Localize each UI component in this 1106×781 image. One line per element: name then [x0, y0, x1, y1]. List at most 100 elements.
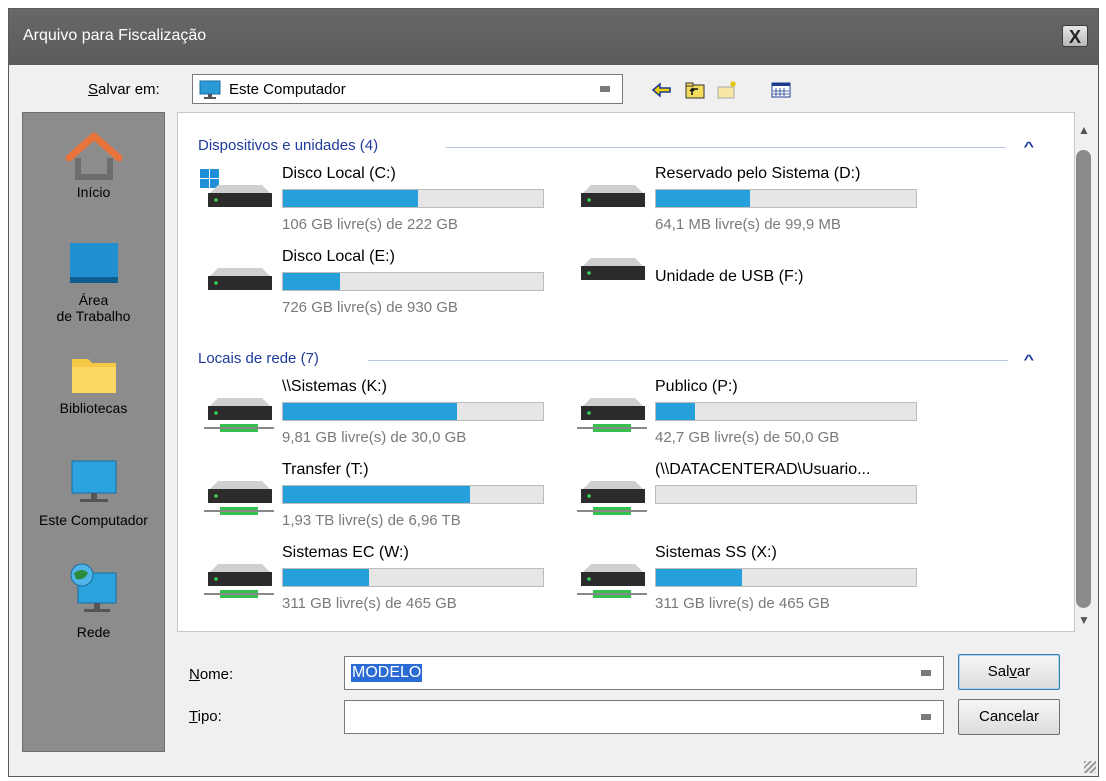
dropdown-arrow-icon[interactable] [921, 670, 931, 676]
place-desktop-label: Área de Trabalho [56, 292, 131, 324]
place-home-label: Início [76, 184, 111, 200]
save-in-label-mnemonic: S [88, 81, 99, 98]
place-this-pc-label: Este Computador [39, 512, 148, 528]
drive-usage-fill [656, 569, 742, 586]
drive-item[interactable]: Transfer (T:) 1,93 TB livre(s) de 6,96 TB [198, 461, 568, 543]
drive-item[interactable]: (\\DATACENTERAD\Usuario... [571, 461, 941, 543]
save-in-label: Salvar em: [88, 81, 160, 98]
dropdown-arrow-icon [600, 86, 610, 92]
place-libraries[interactable]: Bibliotecas [23, 353, 164, 416]
type-label: Tipo: [189, 708, 222, 725]
view-menu-icon[interactable] [770, 80, 792, 100]
group-header-devices[interactable]: Dispositivos e unidades (4) [198, 137, 378, 154]
scroll-up-icon[interactable]: ▲ [1071, 120, 1097, 140]
title-bar[interactable]: Arquivo para Fiscalização X [9, 9, 1098, 65]
place-this-pc[interactable]: Este Computador [23, 459, 164, 528]
save-button-mnemonic: v [1009, 663, 1017, 680]
up-folder-icon[interactable] [684, 80, 706, 100]
new-folder-icon[interactable] [716, 80, 738, 100]
computer-icon [199, 80, 221, 99]
save-in-value: Este Computador [229, 81, 346, 98]
close-button[interactable]: X [1062, 25, 1088, 47]
drive-name: Transfer (T:) [282, 461, 369, 478]
drive-item[interactable]: Reservado pelo Sistema (D:) 64,1 MB livre… [571, 165, 941, 247]
hard-drive-icon [581, 258, 645, 280]
save-in-label-text: alvar em: [98, 81, 160, 98]
place-network-label: Rede [76, 624, 111, 640]
drive-free-space: 106 GB livre(s) de 222 GB [282, 216, 458, 233]
name-label-text: ome: [199, 666, 234, 683]
type-label-mnemonic: T [189, 708, 198, 725]
drive-usage-fill [283, 569, 369, 586]
scroll-down-icon[interactable]: ▼ [1071, 610, 1097, 630]
place-network[interactable]: Rede [23, 561, 164, 640]
drive-usage-fill [283, 273, 341, 290]
name-label-mnemonic: N [189, 666, 200, 683]
group-divider [446, 147, 1006, 148]
name-field-value[interactable]: MODELO [351, 664, 423, 682]
group-divider [368, 360, 1008, 361]
save-button[interactable]: Salvar [958, 654, 1060, 690]
network-drive-icon [204, 564, 274, 598]
hard-drive-icon [581, 185, 645, 207]
dialog-title: Arquivo para Fiscalização [23, 27, 207, 44]
drive-usage-bar [282, 568, 544, 587]
type-label-text: ipo: [197, 708, 222, 725]
file-list-view[interactable]: Dispositivos e unidades (4) ^ Locais de … [177, 112, 1075, 632]
save-button-mnemonic-pre: Sal [987, 663, 1010, 680]
collapse-chevron-icon[interactable]: ^ [1023, 352, 1034, 367]
drive-usage-fill [283, 486, 471, 503]
network-drive-icon [204, 481, 274, 515]
place-home[interactable]: Início [23, 131, 164, 200]
drive-free-space: 726 GB livre(s) de 930 GB [282, 299, 458, 316]
cancel-button[interactable]: Cancelar [958, 699, 1060, 735]
places-bar: Início Área de Trabalho Bibliotecas Este… [22, 112, 165, 752]
drive-name: \\Sistemas (K:) [282, 378, 387, 395]
drive-free-space: 1,93 TB livre(s) de 6,96 TB [282, 512, 461, 529]
scrollbar-thumb[interactable] [1076, 150, 1091, 608]
network-drive-icon [577, 481, 647, 515]
drive-item[interactable]: Disco Local (E:) 726 GB livre(s) de 930 G… [198, 248, 568, 330]
drive-name: Unidade de USB (F:) [655, 268, 804, 285]
back-icon[interactable] [651, 80, 673, 100]
drive-usage-fill [283, 190, 419, 207]
libraries-icon [71, 359, 116, 393]
save-in-dropdown[interactable]: Este Computador [192, 74, 623, 104]
collapse-chevron-icon[interactable]: ^ [1023, 139, 1034, 154]
name-label: Nome: [189, 666, 233, 683]
place-libraries-label: Bibliotecas [59, 400, 128, 416]
drive-item[interactable]: Sistemas EC (W:) 311 GB livre(s) de 465 G… [198, 544, 568, 626]
drive-usage-bar [655, 189, 917, 208]
drive-item[interactable]: Sistemas SS (X:) 311 GB livre(s) de 465 G… [571, 544, 941, 626]
type-dropdown[interactable] [344, 700, 944, 734]
drive-usage-bar [655, 568, 917, 587]
resize-grip-icon[interactable] [1084, 761, 1096, 773]
group-header-network[interactable]: Locais de rede (7) [198, 350, 319, 367]
network-drive-icon [577, 398, 647, 432]
drive-item[interactable]: \\Sistemas (K:) 9,81 GB livre(s) de 30,0 … [198, 378, 568, 460]
vertical-scrollbar[interactable]: ▲ ▼ [1071, 112, 1097, 632]
drive-item[interactable]: Disco Local (C:) 106 GB livre(s) de 222 G… [198, 165, 568, 247]
drive-item[interactable]: Publico (P:) 42,7 GB livre(s) de 50,0 GB [571, 378, 941, 460]
drive-free-space: 9,81 GB livre(s) de 30,0 GB [282, 429, 467, 446]
hard-drive-icon [200, 169, 272, 207]
drive-name: Disco Local (C:) [282, 165, 396, 182]
network-drive-icon [577, 564, 647, 598]
drive-usage-bar [282, 402, 544, 421]
save-button-mnemonic-post: ar [1016, 663, 1031, 680]
dropdown-arrow-icon[interactable] [921, 714, 931, 720]
network-drive-icon [204, 398, 274, 432]
drive-name: Publico (P:) [655, 378, 738, 395]
drive-item[interactable]: Unidade de USB (F:) [571, 250, 941, 330]
drive-usage-fill [656, 403, 695, 420]
name-field[interactable]: MODELO [344, 656, 944, 690]
drive-name: Disco Local (E:) [282, 248, 395, 265]
place-desktop[interactable]: Área de Trabalho [23, 241, 164, 324]
drive-usage-bar [282, 272, 544, 291]
drive-free-space: 311 GB livre(s) de 465 GB [655, 595, 830, 612]
network-icon [70, 563, 116, 612]
drive-name: Sistemas EC (W:) [282, 544, 409, 561]
computer-icon [71, 460, 116, 502]
drive-usage-fill [656, 190, 750, 207]
desktop-icon [69, 243, 118, 283]
